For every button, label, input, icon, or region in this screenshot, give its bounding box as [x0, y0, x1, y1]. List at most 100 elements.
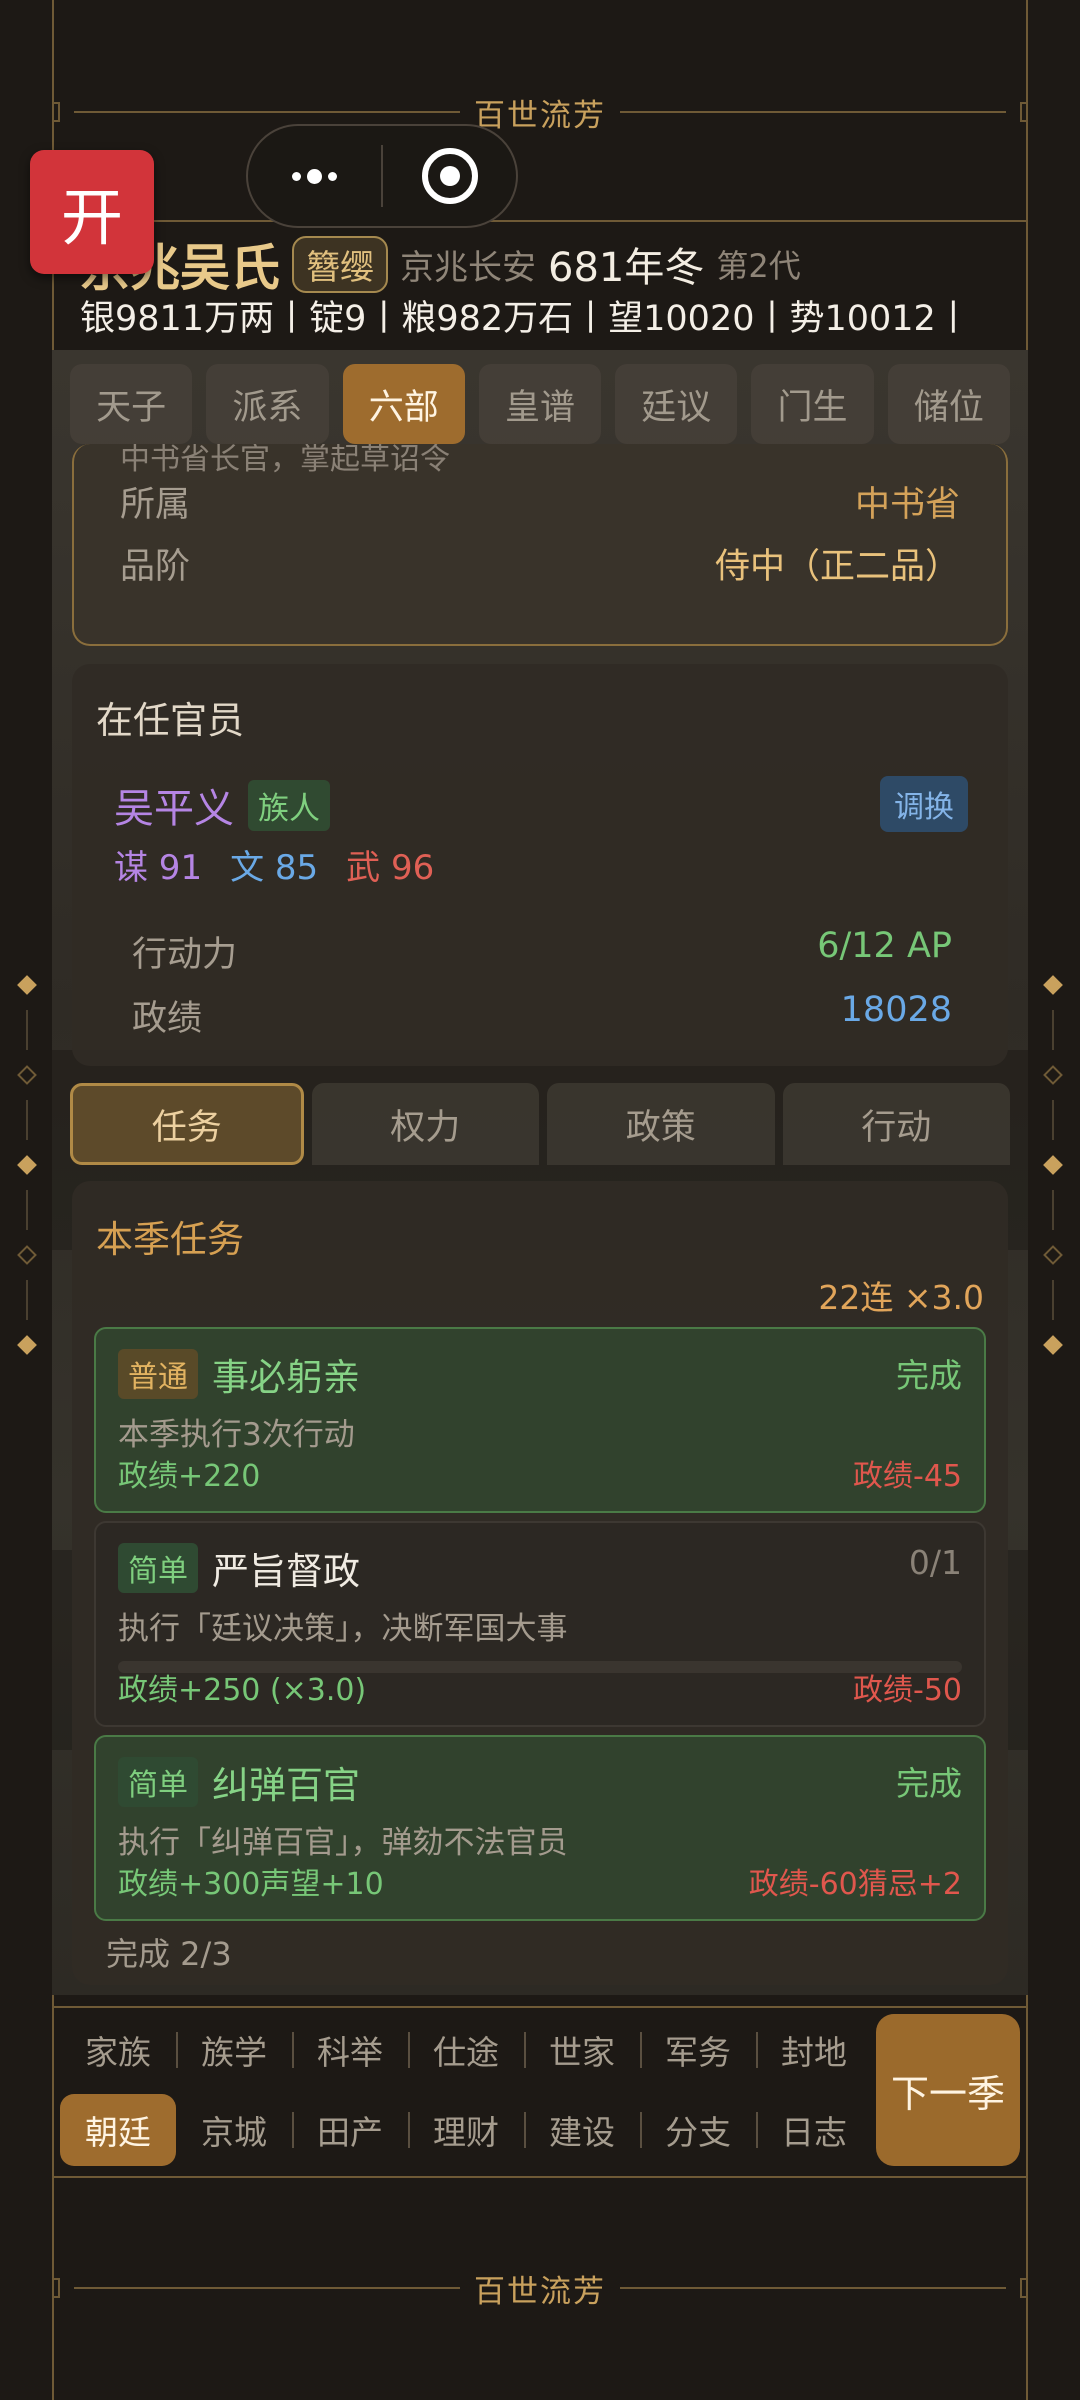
menu-career[interactable]: 仕途 — [408, 2014, 524, 2086]
menu-branches[interactable]: 分支 — [640, 2094, 756, 2166]
tab-mensheng[interactable]: 门生 — [751, 364, 874, 444]
office-row-rank: 品阶 侍中（正二品） — [120, 538, 960, 589]
next-season-button[interactable]: 下一季 — [876, 2014, 1020, 2166]
task-status: 0/1 — [908, 1543, 962, 1582]
menu-noble-houses[interactable]: 世家 — [524, 2014, 640, 2086]
merit-value: 18028 — [840, 990, 952, 1030]
task-level: 普通 — [118, 1349, 198, 1399]
officer-name[interactable]: 吴平义 — [114, 776, 234, 834]
tab-tingyi[interactable]: 廷议 — [615, 364, 738, 444]
banner-cap — [1020, 2278, 1028, 2298]
office-key: 所属 — [120, 485, 191, 525]
task-desc: 本季执行3次行动 — [118, 1417, 355, 1453]
tab-liubu[interactable]: 六部 — [342, 364, 465, 444]
close-miniprogram-button[interactable] — [383, 126, 516, 226]
menu-construction[interactable]: 建设 — [524, 2094, 640, 2166]
task-status: 完成 — [896, 1764, 962, 1803]
generation: 第2代 — [716, 247, 801, 285]
office-desc: 中书省长官，掌起草诏令 — [120, 444, 450, 477]
office-info-card: 中书省长官，掌起草诏令 所属 中书省 品阶 侍中（正二品） — [72, 444, 1008, 646]
stat-martial: 武 96 — [346, 848, 435, 888]
banner-rule — [620, 111, 1006, 113]
ap-row: 行动力 6/12 AP — [132, 926, 952, 977]
banner-cap — [52, 2278, 60, 2298]
tab-tianzi[interactable]: 天子 — [70, 364, 193, 444]
combo-multiplier: 22连 ×3.0 — [818, 1278, 984, 1317]
task-desc: 执行「纠弹百官」，弹劾不法官员 — [118, 1825, 568, 1861]
tab-power[interactable]: 权力 — [311, 1083, 539, 1165]
task-reward: 政绩+300声望+10 — [118, 1867, 384, 1902]
merit-label: 政绩 — [132, 999, 203, 1039]
stat-strategy: 谋 91 — [114, 848, 203, 888]
brand-banner-top: 百世流芳 — [52, 82, 1028, 142]
top-tabs: 天子 派系 六部 皇谱 廷议 门生 储位 — [70, 364, 1010, 444]
task-reward: 政绩+250 (×3.0) — [118, 1673, 367, 1708]
more-button[interactable] — [248, 126, 381, 226]
tab-policy[interactable]: 政策 — [547, 1083, 775, 1165]
divider — [52, 220, 1028, 222]
office-row-dept: 所属 中书省 — [120, 476, 960, 527]
officer-stats: 谋 91 文 85 武 96 — [114, 840, 434, 889]
tab-tasks[interactable]: 任务 — [70, 1083, 304, 1165]
task-reward: 政绩+220 — [118, 1459, 261, 1494]
side-ornament-left — [12, 960, 42, 1440]
officer-name-row: 吴平义 族人 — [114, 776, 330, 834]
task-item[interactable]: 普通 事必躬亲 完成 本季执行3次行动 政绩+220 政绩-45 — [94, 1327, 986, 1513]
office-value: 侍中（正二品） — [714, 547, 960, 587]
sub-tabs: 任务 权力 政策 行动 — [70, 1083, 1010, 1165]
brand-banner-bottom: 百世流芳 — [52, 2258, 1028, 2318]
ap-label: 行动力 — [132, 935, 238, 975]
menu-estates[interactable]: 田产 — [292, 2094, 408, 2166]
task-penalty: 政绩-45 — [853, 1459, 962, 1494]
target-icon — [421, 148, 478, 204]
more-dots-icon — [292, 168, 337, 184]
family-header: 京兆吴氏 簪缨 京兆长安 681年冬 第2代 银9811万两丨锭9丨粮982万石… — [80, 234, 1000, 344]
tab-action[interactable]: 行动 — [782, 1083, 1010, 1165]
menu-military[interactable]: 军务 — [640, 2014, 756, 2086]
office-value: 中书省 — [854, 485, 960, 525]
menu-family[interactable]: 家族 — [60, 2014, 176, 2086]
menu-exam[interactable]: 科举 — [292, 2014, 408, 2086]
menu-fief[interactable]: 封地 — [756, 2014, 872, 2086]
task-desc: 执行「廷议决策」，决断军国大事 — [118, 1611, 568, 1647]
banner-cap — [1020, 102, 1028, 122]
stat-letters: 文 85 — [230, 848, 319, 888]
resources: 银9811万两丨锭9丨粮982万石丨望10020丨势10012丨 — [80, 299, 971, 339]
bottom-menu: 家族 族学 科举 仕途 世家 军务 封地 朝廷 京城 田产 理财 建设 分支 日… — [52, 2008, 1028, 2180]
ap-value: 6/12 AP — [817, 926, 952, 966]
task-name: 纠弹百官 — [212, 1764, 360, 1807]
side-ornament-right — [1038, 960, 1068, 1440]
task-penalty: 政绩-60猜忌+2 — [748, 1867, 962, 1902]
tab-chuwei[interactable]: 储位 — [887, 364, 1010, 444]
banner-rule — [620, 2287, 1006, 2289]
task-level: 简单 — [118, 1543, 198, 1593]
tab-paixi[interactable]: 派系 — [206, 364, 329, 444]
open-badge[interactable]: 开 — [30, 150, 154, 274]
year: 681年冬 — [548, 245, 705, 291]
divider — [52, 2176, 1028, 2178]
officer-tag: 族人 — [248, 779, 330, 831]
task-name: 事必躬亲 — [212, 1356, 360, 1399]
menu-clan-school[interactable]: 族学 — [176, 2014, 292, 2086]
menu-finance[interactable]: 理财 — [408, 2094, 524, 2166]
tab-huangpu[interactable]: 皇谱 — [478, 364, 602, 444]
banner-rule — [74, 2287, 460, 2289]
miniprogram-capsule — [246, 124, 518, 228]
menu-court[interactable]: 朝廷 — [60, 2094, 176, 2166]
banner-cap — [52, 102, 60, 122]
task-item[interactable]: 简单 纠弹百官 完成 执行「纠弹百官」，弹劾不法官员 政绩+300声望+10 政… — [94, 1735, 986, 1921]
officer-card: 在任官员 吴平义 族人 调换 谋 91 文 85 武 96 行动力 6/12 A… — [72, 664, 1008, 1066]
menu-capital[interactable]: 京城 — [176, 2094, 292, 2166]
banner-rule — [74, 111, 460, 113]
rank-tag: 簪缨 — [292, 235, 388, 293]
swap-button[interactable]: 调换 — [880, 776, 968, 832]
task-status: 完成 — [896, 1356, 962, 1395]
office-key: 品阶 — [120, 547, 191, 587]
brand-title: 百世流芳 — [474, 2273, 606, 2310]
task-level: 简单 — [118, 1757, 198, 1807]
task-item[interactable]: 简单 严旨督政 0/1 执行「廷议决策」，决断军国大事 政绩+250 (×3.0… — [94, 1521, 986, 1727]
task-name: 严旨督政 — [212, 1550, 360, 1593]
section-title: 本季任务 — [96, 1218, 244, 1261]
location: 京兆长安 — [400, 247, 536, 288]
menu-log[interactable]: 日志 — [756, 2094, 872, 2166]
